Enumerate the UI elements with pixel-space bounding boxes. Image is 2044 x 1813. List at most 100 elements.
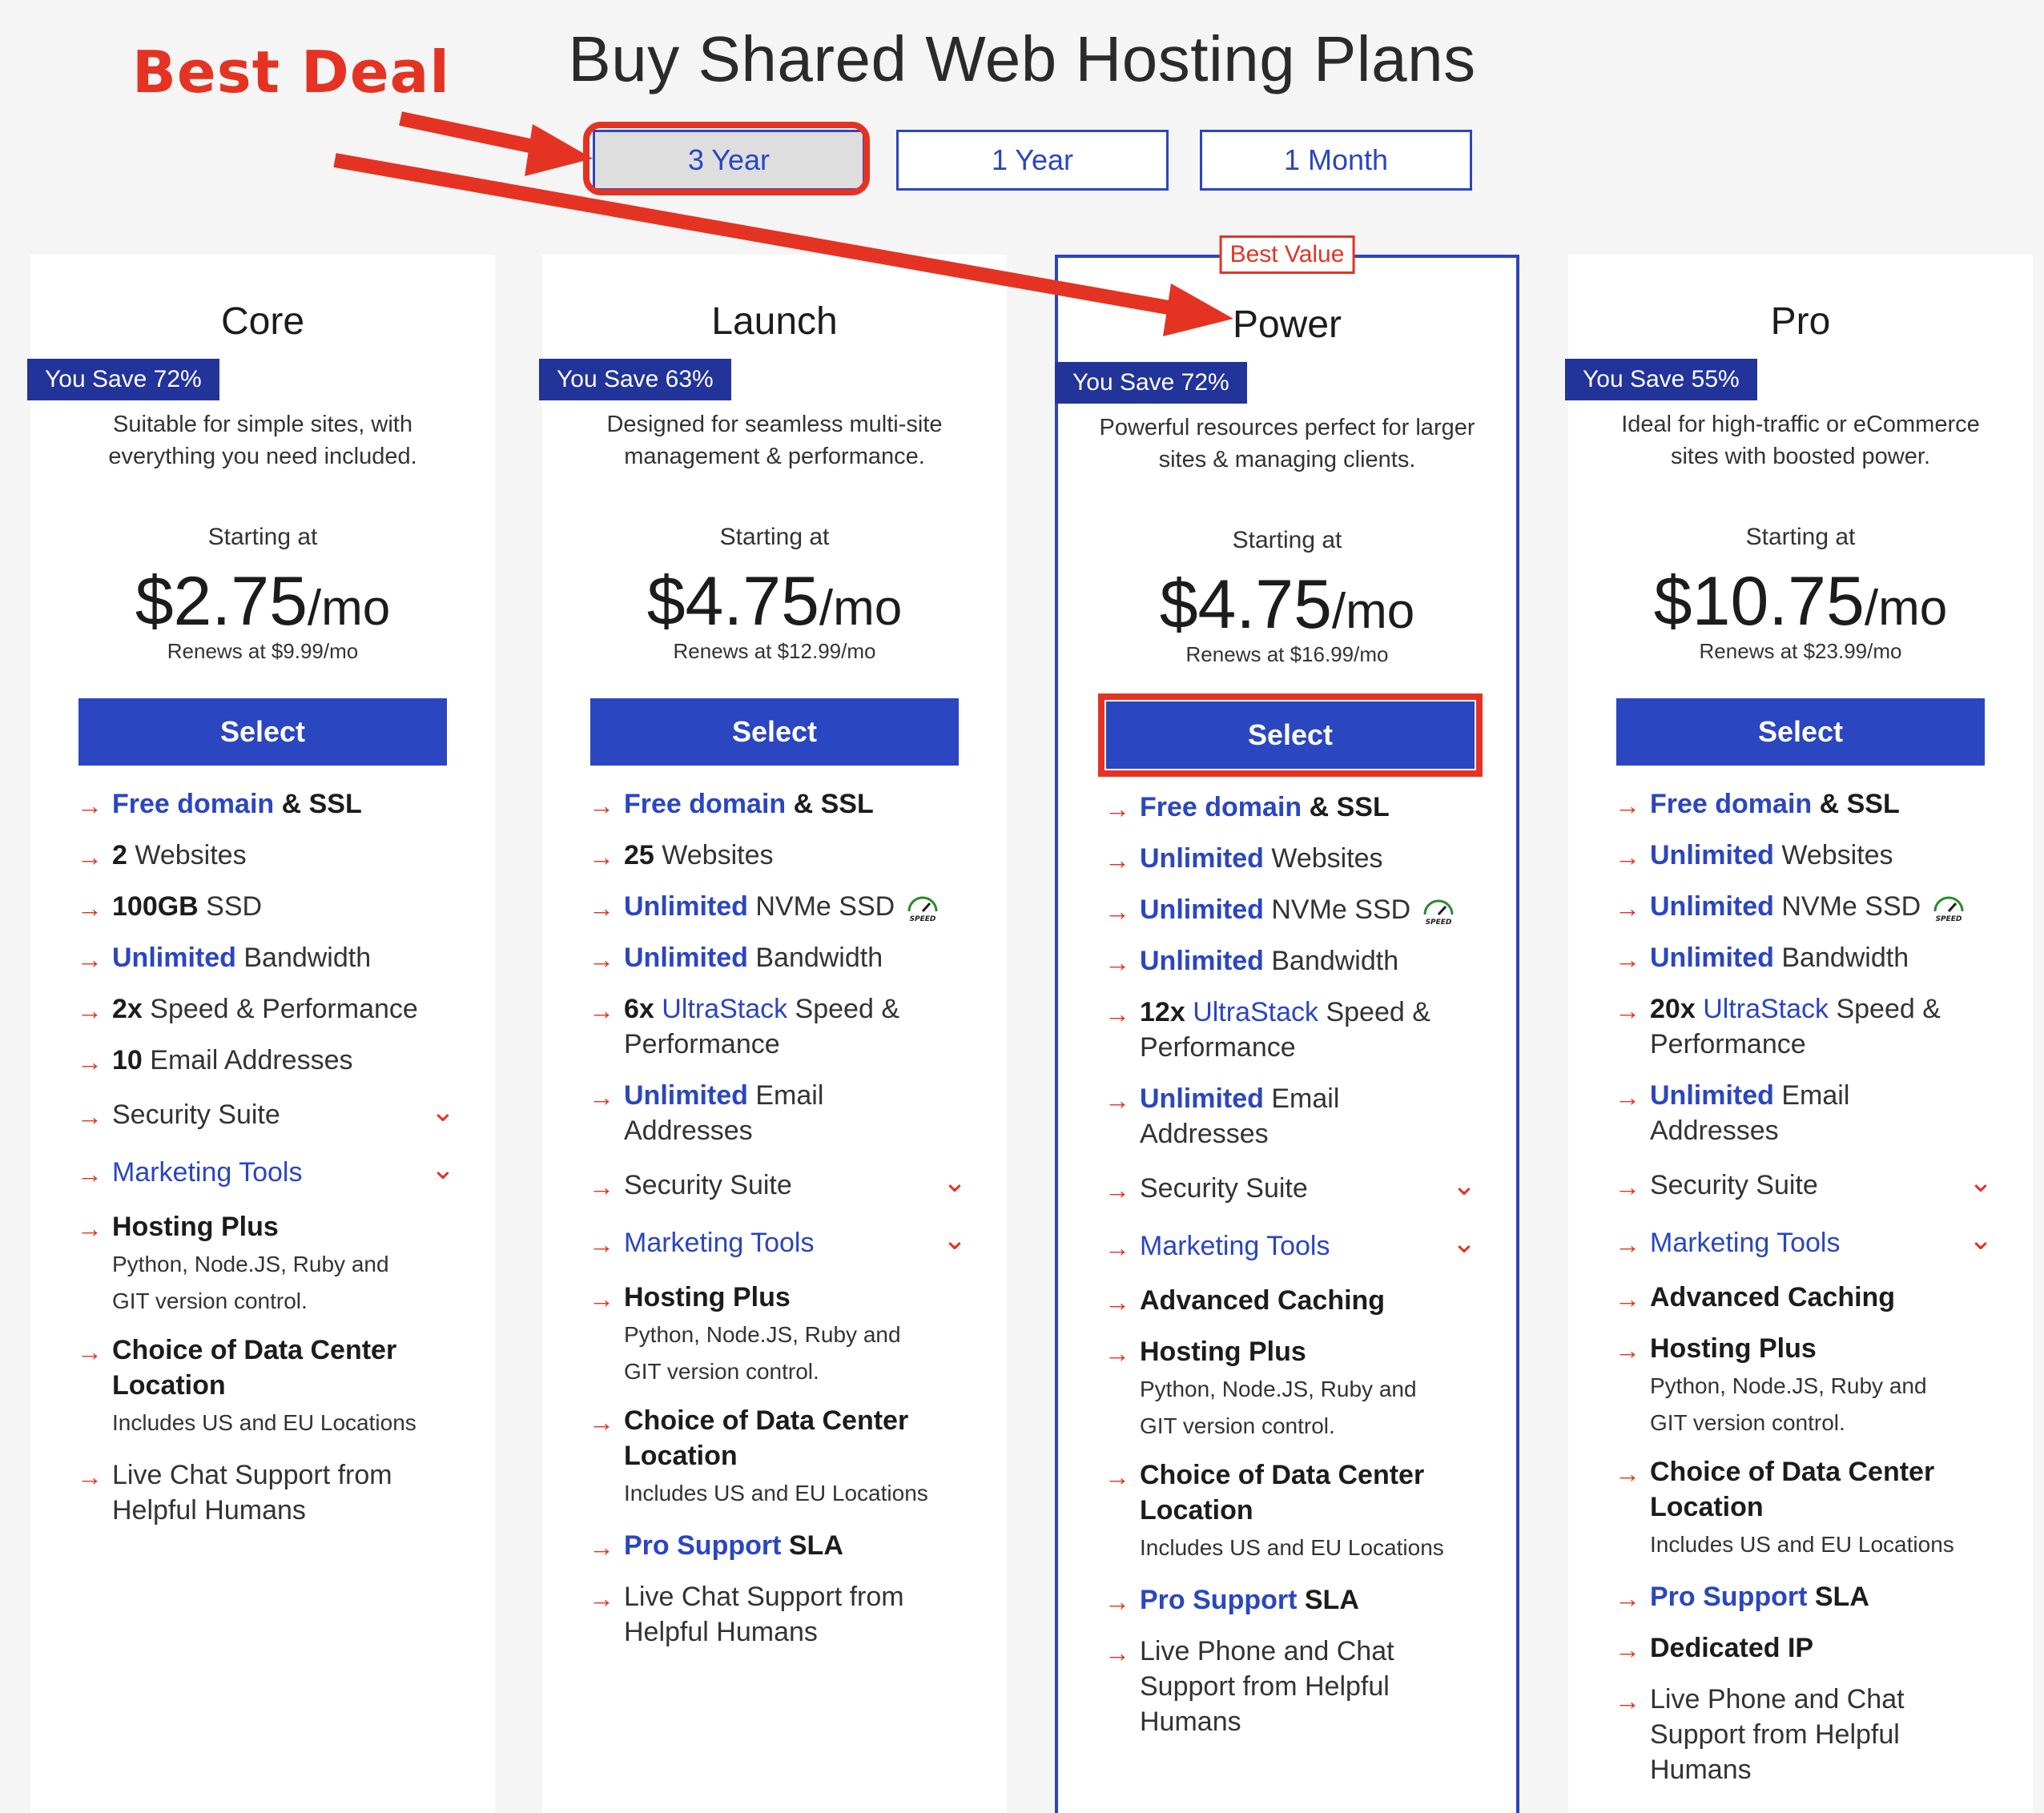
plan-card-power: Best Value Power You Save 72% Powerful r… [1055, 235, 1519, 1813]
tab-3-year[interactable]: 3 Year [593, 130, 865, 191]
feature-websites: → Unlimited Websites [1104, 841, 1484, 876]
arrow-right-icon: → [1104, 846, 1130, 874]
svg-text:SPEED: SPEED [910, 915, 936, 923]
feature-speed: → 6x UltraStack Speed & Performance [589, 994, 899, 1059]
plan-price: $10.75/mo [1653, 563, 1948, 640]
arrow-right-icon: → [589, 1284, 614, 1313]
tab-1-month[interactable]: 1 Month [1200, 130, 1472, 191]
plan-name: Pro [1770, 300, 1831, 343]
renewal-price: Renews at $16.99/mo [1185, 642, 1389, 666]
arrow-right-icon: → [77, 945, 103, 974]
tab-1-year[interactable]: 1 Year [896, 130, 1169, 191]
feature-marketing-tools[interactable]: → Marketing Tools ⌄ [1615, 1222, 2001, 1260]
feature-data-center: → Choice of Data Center Location Includes … [589, 1405, 928, 1505]
arrow-right-icon: → [589, 1584, 614, 1613]
arrow-right-icon: → [589, 791, 614, 820]
feature-speed: → 20x UltraStack Speed & Performance [1615, 994, 1941, 1059]
arrow-right-icon: → [1104, 1339, 1130, 1368]
feature-marketing-tools[interactable]: → Marketing Tools ⌄ [589, 1222, 975, 1260]
arrow-right-icon: → [1615, 945, 1640, 974]
feature-email: → Unlimited Email Addresses [589, 1080, 824, 1146]
plan-name: Launch [711, 300, 838, 343]
arrow-right-icon: → [589, 842, 614, 871]
feature-websites: → 2 Websites [77, 838, 463, 873]
select-button-power[interactable]: Select [1106, 701, 1475, 769]
arrow-right-icon: → [1104, 794, 1130, 823]
arrow-right-icon: → [77, 1102, 103, 1131]
feature-data-center: → Choice of Data Center Location Includes … [1615, 1457, 1954, 1557]
feature-bandwidth: → Unlimited Bandwidth [1615, 940, 2001, 975]
feature-hosting-plus: → Hosting Plus Python, Node.JS, Ruby and GI… [589, 1282, 901, 1384]
arrow-right-icon: → [589, 1408, 614, 1437]
feature-bandwidth: → Unlimited Bandwidth [589, 940, 975, 975]
save-badge: You Save 72% [27, 359, 219, 400]
arrow-right-icon: → [1104, 1176, 1130, 1204]
arrow-right-icon: → [589, 945, 614, 974]
arrow-right-icon: → [1615, 1284, 1640, 1313]
feature-marketing-tools[interactable]: → Marketing Tools ⌄ [77, 1152, 463, 1190]
feature-hosting-plus: → Hosting Plus Python, Node.JS, Ruby and GI… [1104, 1337, 1417, 1438]
arrow-right-icon: → [1615, 996, 1640, 1025]
feature-bandwidth: → Unlimited Bandwidth [77, 940, 463, 975]
arrow-right-icon: → [77, 1462, 103, 1491]
arrow-right-icon: → [77, 1160, 103, 1188]
feature-storage: → Unlimited NVMe SSD SPEED [1104, 892, 1484, 927]
arrow-right-icon: → [1104, 1638, 1130, 1667]
plan-description: Powerful resources perfect for larger si… [1099, 415, 1475, 472]
arrow-right-icon: → [1104, 897, 1130, 926]
arrow-right-icon: → [77, 842, 103, 871]
chevron-down-icon[interactable]: ⌄ [1969, 1164, 1993, 1200]
save-badge: You Save 55% [1565, 359, 1757, 400]
feature-hosting-plus: → Hosting Plus Python, Node.JS, Ruby and GI… [77, 1212, 389, 1313]
plan-price: $4.75/mo [646, 563, 903, 640]
feature-domain-ssl: → Free domain & SSL [1615, 786, 2001, 822]
arrow-right-icon: → [77, 1047, 103, 1076]
arrow-right-icon: → [1104, 1462, 1130, 1491]
arrow-right-icon: → [77, 1214, 103, 1243]
feature-domain-ssl: → Free domain & SSL [77, 786, 463, 822]
arrow-right-icon: → [77, 1337, 103, 1366]
select-button-pro[interactable]: Select [1616, 698, 1985, 766]
arrow-right-icon: → [589, 1533, 614, 1562]
starting-at-label: Starting at [207, 524, 318, 550]
renewal-price: Renews at $9.99/mo [167, 639, 359, 663]
feature-speed: → 12x UltraStack Speed & Performance [1104, 997, 1430, 1063]
select-button-core[interactable]: Select [78, 698, 447, 766]
best-deal-annotation: Best Deal [132, 38, 450, 106]
chevron-down-icon[interactable]: ⌄ [943, 1164, 967, 1200]
chevron-down-icon[interactable]: ⌄ [431, 1094, 455, 1129]
feature-advanced-caching: → Advanced Caching [1104, 1283, 1484, 1318]
plan-description: Ideal for high-traffic or eCommerce site… [1621, 412, 1980, 469]
speed-gauge-icon: SPEED [1423, 899, 1454, 926]
feature-data-center: → Choice of Data Center Location Includes … [1104, 1460, 1444, 1560]
feature-live-chat: → Live Chat Support from Helpful Humans [589, 1582, 904, 1647]
chevron-down-icon[interactable]: ⌄ [431, 1152, 455, 1187]
feature-security-suite[interactable]: → Security Suite ⌄ [589, 1165, 975, 1203]
feature-security-suite[interactable]: → Security Suite ⌄ [1615, 1165, 2001, 1203]
chevron-down-icon[interactable]: ⌄ [943, 1222, 967, 1257]
chevron-down-icon[interactable]: ⌄ [1969, 1222, 1993, 1257]
chevron-down-icon[interactable]: ⌄ [1452, 1168, 1476, 1203]
feature-dedicated-ip: → Dedicated IP [1615, 1630, 2001, 1666]
plan-name: Core [220, 300, 305, 343]
feature-domain-ssl: → Free domain & SSL [589, 786, 975, 822]
plan-card-core: Core You Save 72% Suitable for simple si… [27, 255, 495, 1813]
plan-price: $2.75/mo [135, 563, 391, 640]
select-button-launch[interactable]: Select [590, 698, 959, 766]
feature-marketing-tools[interactable]: → Marketing Tools ⌄ [1104, 1225, 1484, 1264]
save-badge: You Save 72% [1055, 362, 1247, 404]
plan-card-pro: Pro You Save 55% Ideal for high-traffic … [1565, 255, 2033, 1813]
plan-description: Suitable for simple sites, with everythi… [108, 412, 417, 469]
arrow-right-icon: → [1104, 1587, 1130, 1616]
arrow-right-icon: → [1615, 842, 1640, 871]
feature-security-suite[interactable]: → Security Suite ⌄ [1104, 1168, 1484, 1206]
plan-name: Power [1232, 304, 1342, 346]
feature-speed: → 2x Speed & Performance [77, 991, 463, 1027]
feature-live-chat: → Live Chat Support from Helpful Humans [77, 1460, 392, 1526]
chevron-down-icon[interactable]: ⌄ [1452, 1225, 1476, 1260]
arrow-right-icon: → [1615, 894, 1640, 923]
arrow-right-icon: → [1615, 1635, 1640, 1664]
feature-security-suite[interactable]: → Security Suite ⌄ [77, 1094, 463, 1132]
feature-websites: → Unlimited Websites [1615, 838, 2001, 873]
feature-pro-support: → Pro Support SLA [1104, 1582, 1484, 1618]
